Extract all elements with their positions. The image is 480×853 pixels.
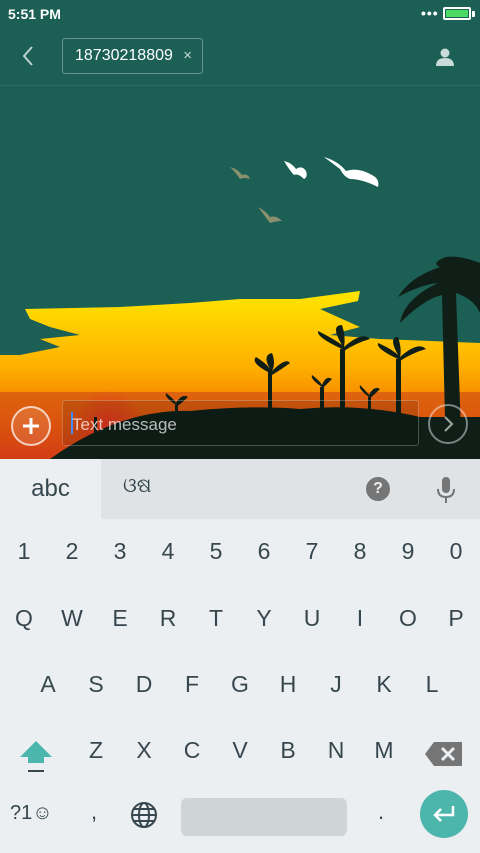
recipient-chip[interactable]: 18730218809 ×	[62, 38, 203, 74]
key-u[interactable]: U	[288, 590, 336, 646]
backspace-key[interactable]	[424, 740, 464, 768]
key-y[interactable]: Y	[240, 590, 288, 646]
key-r[interactable]: R	[144, 590, 192, 646]
key-o[interactable]: O	[384, 590, 432, 646]
chevron-right-icon	[444, 416, 454, 432]
back-button[interactable]	[12, 40, 44, 72]
message-placeholder: Text message	[72, 415, 177, 434]
contact-button[interactable]	[430, 42, 460, 72]
conversation-header: 18730218809 ×	[0, 28, 480, 86]
mode-abc-tab[interactable]: abc	[0, 459, 101, 519]
enter-key[interactable]	[420, 790, 468, 838]
key-i[interactable]: I	[336, 590, 384, 646]
space-key[interactable]	[181, 798, 347, 836]
key-0[interactable]: 0	[432, 523, 480, 579]
key-4[interactable]: 4	[144, 523, 192, 579]
key-9[interactable]: 9	[384, 523, 432, 579]
key-f[interactable]: F	[168, 656, 216, 712]
key-8[interactable]: 8	[336, 523, 384, 579]
add-attachment-button[interactable]	[11, 406, 51, 446]
key-j[interactable]: J	[312, 656, 360, 712]
key-1[interactable]: 1	[0, 523, 48, 579]
symbols-key[interactable]: ?1☺	[10, 802, 53, 825]
chevron-left-icon	[22, 46, 33, 66]
enter-icon	[433, 806, 455, 822]
key-3[interactable]: 3	[96, 523, 144, 579]
period-key[interactable]: .	[378, 799, 384, 825]
remove-recipient-icon[interactable]: ×	[183, 47, 192, 64]
key-m[interactable]: M	[360, 722, 408, 778]
key-x[interactable]: X	[120, 722, 168, 778]
key-n[interactable]: N	[312, 722, 360, 778]
battery-icon	[443, 7, 471, 20]
key-p[interactable]: P	[432, 590, 480, 646]
comma-key[interactable]: ,	[91, 799, 97, 825]
key-7[interactable]: 7	[288, 523, 336, 579]
key-z[interactable]: Z	[72, 722, 120, 778]
status-time: 5:51 PM	[8, 6, 61, 22]
recipient-number: 18730218809	[75, 47, 173, 64]
microphone-icon[interactable]	[434, 475, 458, 505]
key-q[interactable]: Q	[0, 590, 48, 646]
key-t[interactable]: T	[192, 590, 240, 646]
key-h[interactable]: H	[264, 656, 312, 712]
question-icon[interactable]: ?	[366, 477, 390, 501]
globe-icon[interactable]	[129, 800, 159, 830]
compose-bar: Text message	[0, 400, 480, 450]
shift-key[interactable]	[18, 737, 54, 777]
key-2[interactable]: 2	[48, 523, 96, 579]
backspace-icon	[425, 742, 462, 766]
plus-icon	[23, 418, 39, 434]
key-s[interactable]: S	[72, 656, 120, 712]
key-d[interactable]: D	[120, 656, 168, 712]
key-w[interactable]: W	[48, 590, 96, 646]
key-k[interactable]: K	[360, 656, 408, 712]
status-bar: 5:51 PM •••	[0, 0, 480, 28]
key-b[interactable]: B	[264, 722, 312, 778]
key-6[interactable]: 6	[240, 523, 288, 579]
battery-level	[446, 10, 468, 17]
signal-dots-icon: •••	[421, 5, 439, 21]
key-g[interactable]: G	[216, 656, 264, 712]
message-input[interactable]: Text message	[62, 400, 419, 446]
battery-tip	[472, 11, 475, 17]
key-v[interactable]: V	[216, 722, 264, 778]
mode-odia-tab[interactable]: ଓଷ	[123, 475, 152, 498]
key-a[interactable]: A	[24, 656, 72, 712]
send-button[interactable]	[428, 404, 468, 444]
shift-arrow-icon	[20, 741, 52, 772]
person-icon	[436, 48, 454, 66]
key-5[interactable]: 5	[192, 523, 240, 579]
key-l[interactable]: L	[408, 656, 456, 712]
keyboard-toolbar: abc ଓଷ ?	[0, 459, 480, 519]
key-e[interactable]: E	[96, 590, 144, 646]
soft-keyboard: abc ଓଷ ? 1234567890 QWERTYUIOP ASDFGHJKL…	[0, 459, 480, 853]
key-c[interactable]: C	[168, 722, 216, 778]
